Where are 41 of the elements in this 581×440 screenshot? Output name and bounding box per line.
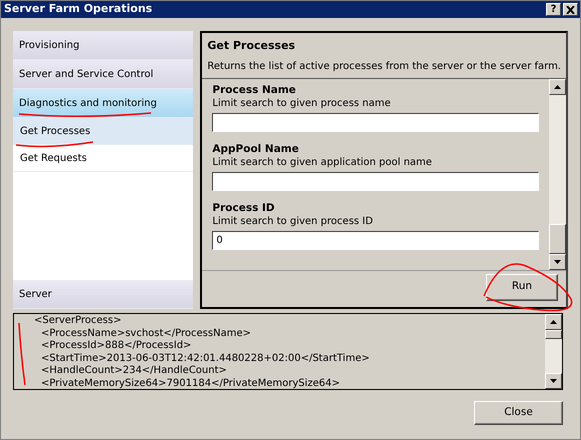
close-dialog-button[interactable]: Close — [474, 401, 563, 425]
input-field[interactable] — [212, 112, 539, 132]
output-line: <PrivateMemorySize64>7901184</PrivateMemorySize64> — [40, 378, 341, 389]
up-arrow-icon — [554, 84, 561, 88]
scroll-thumb[interactable] — [545, 330, 562, 339]
close-icon — [566, 6, 575, 14]
output-line: <HandleCount>234</HandleCount> — [40, 365, 228, 378]
scrollbar[interactable] — [545, 314, 562, 389]
field-label: Process Name — [212, 84, 297, 96]
run-button[interactable]: Run — [486, 274, 558, 300]
scroll-down-button[interactable] — [545, 373, 562, 389]
help-button[interactable]: ? — [546, 3, 561, 16]
sidebar-subitem[interactable]: Get Processes — [13, 118, 194, 145]
window-title: Server Farm Operations — [4, 1, 152, 18]
down-arrow-icon — [554, 260, 561, 264]
panel-title: Get Processes — [207, 38, 296, 54]
scroll-down-button[interactable] — [549, 254, 566, 270]
field-label: AppPool Name — [212, 142, 300, 156]
close-button[interactable] — [563, 3, 578, 16]
panel-description: Returns the list of active processes from the server or the server farm. — [207, 60, 561, 74]
up-arrow-icon — [550, 320, 557, 324]
field-hint: Limit search to given process name — [212, 98, 392, 110]
scroll-up-button[interactable] — [545, 314, 562, 330]
output-line: <StartTime>2013-06-03T12:42:01.4480228+02:00</StartTime> — [40, 352, 371, 365]
scrollbar[interactable] — [549, 78, 566, 270]
output-line: <ProcessName>svchost</ProcessName> — [40, 328, 252, 340]
output-line: <ServerProcess> — [34, 315, 122, 328]
scroll-up-button[interactable] — [549, 78, 566, 94]
field-hint: Limit search to given process ID — [212, 216, 374, 228]
sidebar-item[interactable]: Server — [13, 280, 194, 309]
sidebar-item[interactable]: Diagnostics and monitoring — [13, 89, 194, 118]
input-field[interactable] — [212, 172, 539, 190]
field-hint: Limit search to given application pool name — [212, 156, 433, 168]
down-arrow-icon — [550, 379, 557, 383]
output-line: <ProcessId>888</ProcessId> — [40, 340, 192, 352]
field-label: Process ID — [212, 202, 276, 214]
annotation-line — [18, 322, 26, 386]
sidebar-item[interactable]: Server and Service Control — [13, 60, 194, 89]
sidebar-item[interactable]: Provisioning — [13, 31, 194, 60]
input-field[interactable]: 0 — [212, 230, 539, 250]
scroll-thumb[interactable] — [549, 224, 566, 254]
